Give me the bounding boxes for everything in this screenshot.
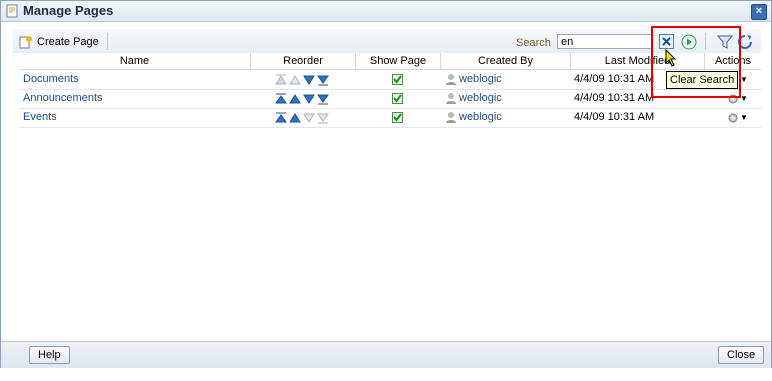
page-name-link[interactable]: Events [23,108,57,127]
create-page-icon [19,36,32,49]
created-by-cell: weblogic [445,89,502,108]
search-label: Search [516,37,551,49]
created-by-link[interactable]: weblogic [459,92,502,104]
dialog-titlebar: Manage Pages × [1,1,771,22]
table-header: Name Reorder Show Page Created By Last M… [19,53,761,70]
move-up-icon[interactable] [289,112,301,124]
column-header-reorder[interactable]: Reorder [251,53,356,69]
chevron-down-icon: ▼ [740,113,748,122]
show-page-checkbox[interactable] [392,74,403,85]
reorder-controls [275,70,329,89]
last-modified-cell: 4/4/09 10:31 AM [574,73,655,85]
show-page-checkbox[interactable] [392,112,403,123]
last-modified-cell: 4/4/09 10:31 AM [574,92,655,104]
table-row[interactable]: Events weblogic 4/4/09 10:31 AM ▼ [19,108,761,128]
search-input[interactable] [557,34,653,49]
create-page-label: Create Page [37,36,99,48]
page-name-link[interactable]: Documents [23,70,79,89]
chevron-down-icon: ▼ [740,94,748,103]
actions-menu[interactable]: ▼ [727,108,748,127]
move-bottom-icon[interactable] [317,74,329,86]
gear-icon [728,113,738,122]
create-page-button[interactable]: Create Page [19,34,99,50]
user-icon [446,112,456,124]
move-top-icon[interactable] [275,93,287,105]
move-down-icon[interactable] [303,74,315,86]
dialog-footer: Help Close [1,341,771,368]
move-top-icon [275,74,287,84]
last-modified-cell: 4/4/09 10:31 AM [574,111,655,123]
created-by-cell: weblogic [445,70,502,89]
move-top-icon[interactable] [275,112,287,124]
table-row[interactable]: Announcements weblogic 4/4/09 10:31 AM ▼ [19,89,761,109]
move-down-icon[interactable] [303,93,315,105]
column-header-name[interactable]: Name [19,53,251,69]
created-by-cell: weblogic [445,108,502,127]
dialog-title: Manage Pages [23,3,114,18]
chevron-down-icon: ▼ [740,75,748,84]
toolbar-divider [107,33,108,50]
user-icon [446,74,456,86]
help-button[interactable]: Help [29,346,70,364]
mouse-cursor-icon [665,49,677,67]
column-header-created-by[interactable]: Created By [441,53,571,69]
show-page-checkbox[interactable] [392,93,403,104]
move-up-icon[interactable] [289,93,301,105]
user-icon [446,93,456,105]
move-down-icon [303,113,315,123]
close-icon[interactable]: × [751,4,767,20]
created-by-link[interactable]: weblogic [459,111,502,123]
move-bottom-icon [317,113,329,123]
page-icon [6,4,18,18]
reorder-controls [275,89,329,108]
move-bottom-icon[interactable] [317,93,329,105]
reorder-controls [275,108,329,127]
page-name-link[interactable]: Announcements [23,89,103,108]
toolbar: Create Page Search [13,29,761,53]
move-up-icon [289,74,301,84]
column-header-show-page[interactable]: Show Page [356,53,441,69]
created-by-link[interactable]: weblogic [459,73,502,85]
close-button[interactable]: Close [718,346,765,364]
table-row[interactable]: Documents weblogic 4/4/09 10:31 AM ▼ [19,70,761,90]
pages-panel: Create Page Search en Name Reorder Show … [13,29,761,129]
manage-pages-dialog: Manage Pages × Create Page Search en Nam… [0,0,772,368]
